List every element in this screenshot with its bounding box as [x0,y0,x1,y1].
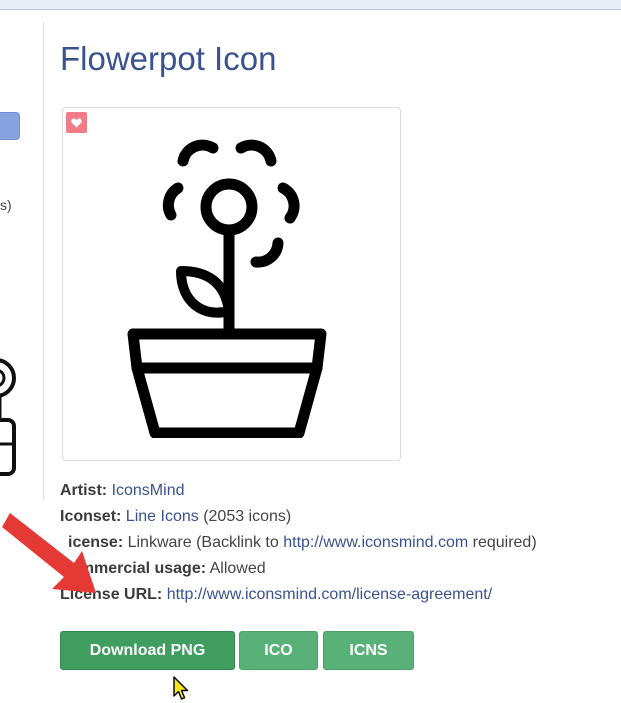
page-title: Flowerpot Icon [60,40,277,77]
artist-link[interactable]: IconsMind [112,482,185,499]
artist-label: Artist: [60,482,108,499]
license-url-link[interactable]: http://www.iconsmind.com/license-agreeme… [167,586,492,603]
sidebar-button[interactable] [0,112,20,140]
top-bar [0,0,621,10]
iconset-count: (2053 icons) [203,508,292,525]
favorite-button[interactable] [66,112,87,133]
license-row: icense: Linkware (Backlink to http://www… [68,533,537,553]
license-backlink[interactable]: http://www.iconsmind.com [283,534,468,551]
license-url-row: License URL: http://www.iconsmind.com/li… [60,585,492,605]
flowerpot-icon [127,139,327,438]
sidebar-related-icon[interactable] [0,348,16,498]
main-content: Flowerpot Icon Artist: IconsMind Iconset… [60,10,621,703]
download-icns-button[interactable]: ICNS [323,631,414,670]
download-ico-button[interactable]: ICO [239,631,318,670]
license-suffix: required) [472,534,537,551]
red-arrow-icon [2,513,96,593]
heart-icon [71,118,82,127]
sidebar-text: s) [0,197,12,213]
artist-row: Artist: IconsMind [60,481,184,501]
sidebar-divider [43,22,44,500]
download-png-button[interactable]: Download PNG [60,631,235,670]
iconset-link[interactable]: Line Icons [126,508,199,525]
mouse-cursor-icon [173,676,189,700]
license-value: Linkware (Backlink to [127,534,279,551]
page: s) Flowerpot Icon Artist: IconsMind Icon… [0,0,621,703]
commercial-value: Allowed [209,560,266,577]
icon-preview-card [62,107,401,461]
